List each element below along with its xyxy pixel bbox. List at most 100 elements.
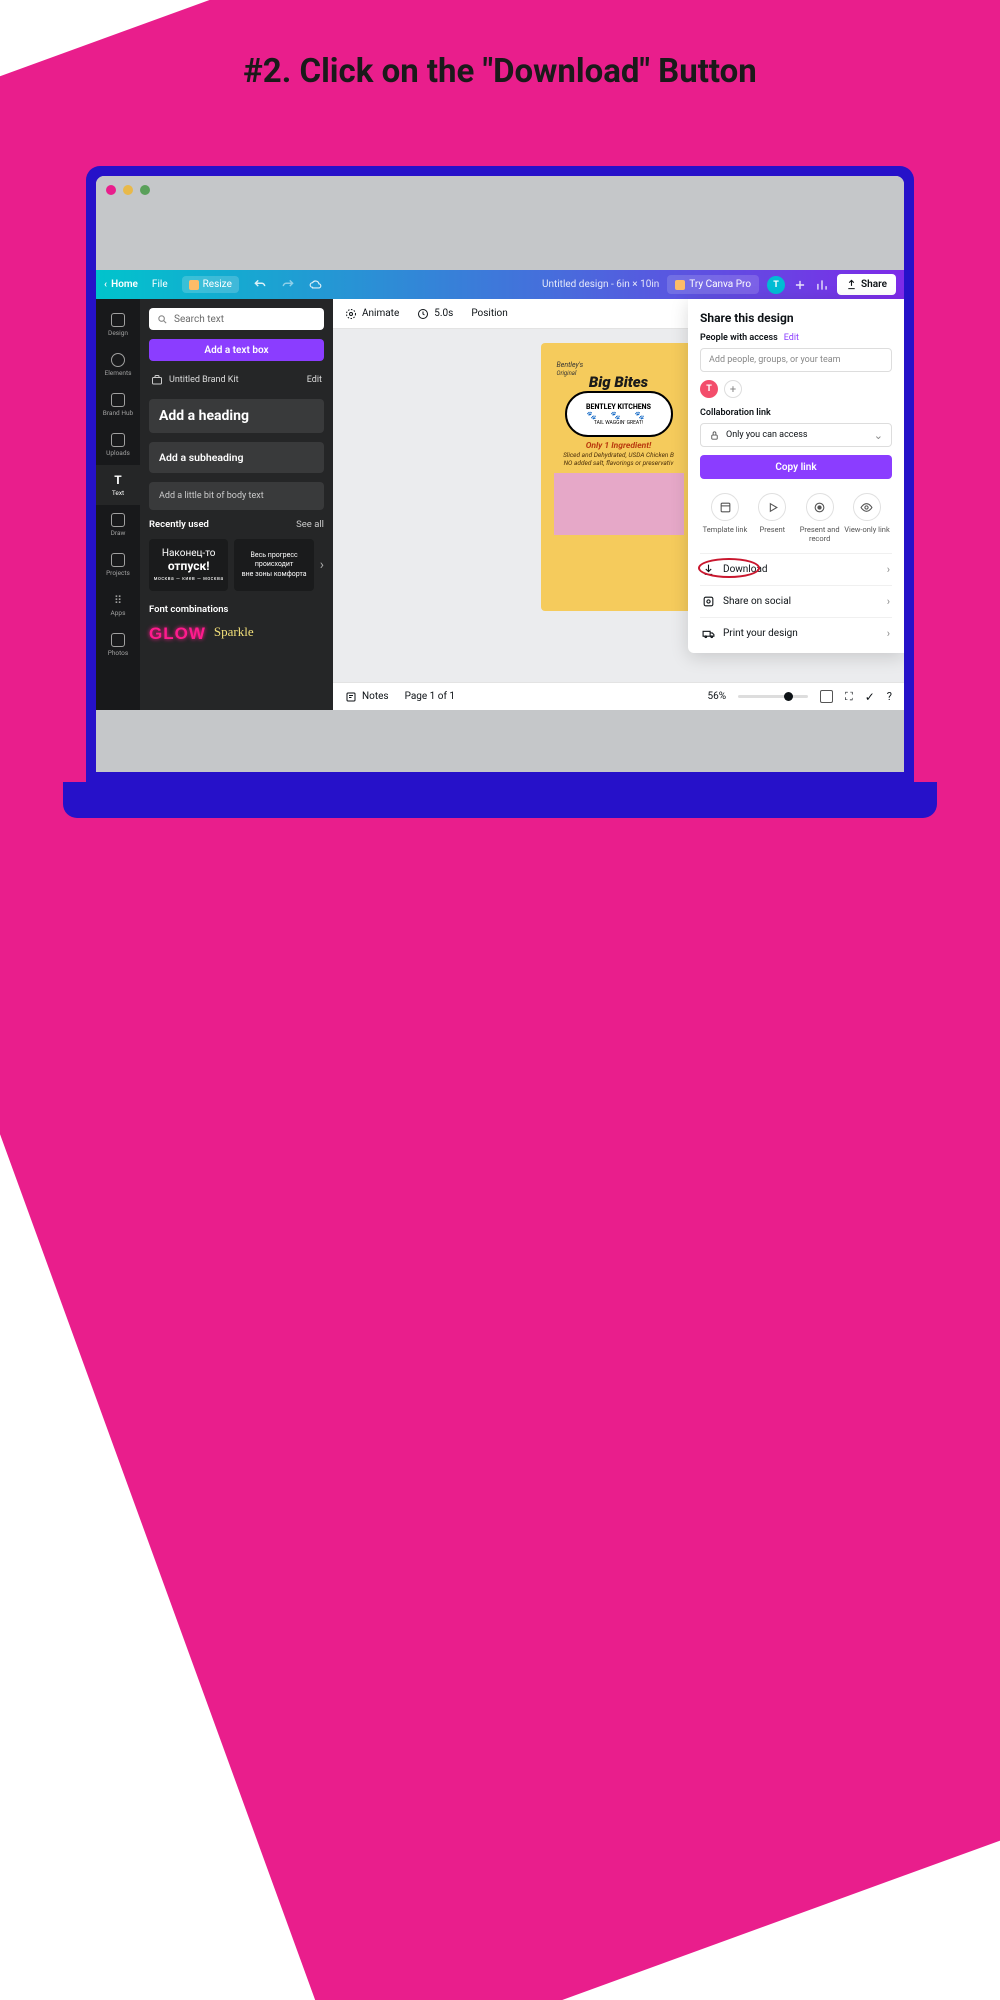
rail-text[interactable]: TText	[96, 465, 140, 505]
chevron-right-icon: ›	[887, 627, 890, 640]
duration-button[interactable]: 5.0s	[417, 308, 453, 320]
laptop-base	[63, 782, 937, 818]
add-people-input[interactable]: Add people, groups, or your team	[700, 348, 892, 372]
help-icon[interactable]: ?	[887, 690, 892, 703]
chevron-left-icon: ‹	[104, 279, 107, 290]
help-check-icon[interactable]: ✓	[865, 690, 875, 704]
browser-chrome-blank	[96, 204, 904, 270]
font-combo-glow[interactable]: GLOW	[149, 624, 206, 644]
app-topbar: ‹ Home File Resize Untitled desig	[96, 270, 904, 299]
download-icon	[702, 563, 715, 576]
share-button[interactable]: Share	[837, 274, 896, 295]
share-panel: Share this design People with access Edi…	[688, 299, 904, 653]
position-button[interactable]: Position	[471, 308, 507, 319]
record-icon	[813, 501, 826, 514]
share-panel-title: Share this design	[700, 311, 892, 325]
file-menu[interactable]: File	[152, 279, 168, 290]
add-body-text-block[interactable]: Add a little bit of body text	[149, 482, 324, 510]
add-person-button[interactable]: +	[724, 380, 742, 398]
add-subheading-block[interactable]: Add a subheading	[149, 442, 324, 473]
search-icon	[157, 314, 168, 325]
template-link-option[interactable]: Template link	[702, 493, 748, 543]
search-placeholder: Search text	[174, 314, 224, 325]
laptop-frame: ‹ Home File Resize Untitled desig	[86, 166, 914, 818]
clock-icon	[417, 308, 429, 320]
copy-link-button[interactable]: Copy link	[700, 455, 892, 479]
cloud-sync-icon[interactable]	[309, 278, 323, 292]
crown-icon	[675, 280, 685, 290]
see-all-link[interactable]: See all	[296, 519, 324, 530]
chevron-down-icon: ⌄	[874, 429, 883, 442]
people-with-access-label: People with access	[700, 333, 778, 343]
chevron-right-icon: ›	[887, 563, 890, 576]
resize-button[interactable]: Resize	[182, 276, 239, 293]
product-logo-oval: BENTLEY KITCHENS 🐾 🐾 🐾 TAIL WAGGIN' GREA…	[565, 391, 673, 437]
upload-icon	[846, 279, 857, 290]
animate-icon	[345, 308, 357, 320]
recently-used-label: Recently used	[149, 519, 209, 530]
collab-link-label: Collaboration link	[700, 408, 771, 418]
recent-item-1[interactable]: Наконец-то отпуск! москва — киев — москв…	[149, 539, 228, 591]
design-page-1[interactable]: Bentley'sOriginal Big Bites BENTLEY KITC…	[541, 343, 697, 611]
brand-kit-edit[interactable]: Edit	[307, 375, 322, 385]
app-window: ‹ Home File Resize Untitled desig	[96, 176, 904, 772]
download-row[interactable]: Download ›	[700, 553, 892, 585]
redo-icon[interactable]	[281, 278, 295, 292]
document-title[interactable]: Untitled design - 6in × 10in	[542, 279, 659, 290]
add-text-box-button[interactable]: Add a text box	[149, 339, 324, 361]
home-button[interactable]: ‹ Home	[104, 279, 138, 290]
animate-button[interactable]: Animate	[345, 308, 399, 320]
lock-icon	[709, 430, 720, 441]
access-select[interactable]: Only you can access ⌄	[700, 423, 892, 447]
rail-elements[interactable]: Elements	[96, 345, 140, 385]
undo-icon[interactable]	[253, 278, 267, 292]
rail-design[interactable]: Design	[96, 305, 140, 345]
text-side-panel: Search text Add a text box Untitled Bran…	[140, 299, 333, 710]
notes-button[interactable]: Notes	[345, 691, 389, 703]
social-icon	[702, 595, 715, 608]
plus-icon[interactable]	[793, 278, 807, 292]
window-maximize-dot[interactable]	[140, 185, 150, 195]
try-canva-pro-button[interactable]: Try Canva Pro	[667, 275, 759, 294]
brand-kit-name: Untitled Brand Kit	[169, 375, 239, 385]
rail-projects[interactable]: Projects	[96, 545, 140, 585]
brand-kit-row[interactable]: Untitled Brand Kit Edit	[149, 370, 324, 390]
zoom-value[interactable]: 56%	[707, 691, 726, 702]
rail-photos[interactable]: Photos	[96, 625, 140, 665]
print-design-row[interactable]: Print your design ›	[700, 617, 892, 649]
rail-draw[interactable]: Draw	[96, 505, 140, 545]
canvas-area: Animate 5.0s Position	[333, 299, 904, 710]
rail-brand-hub[interactable]: Brand Hub	[96, 385, 140, 425]
user-avatar[interactable]: T	[767, 276, 785, 294]
search-input[interactable]: Search text	[149, 308, 324, 330]
fullscreen-icon[interactable]: ⛶	[845, 690, 853, 704]
home-label: Home	[111, 279, 138, 290]
present-record-option[interactable]: Present and record	[797, 493, 843, 543]
add-heading-block[interactable]: Add a heading	[149, 399, 324, 433]
try-pro-label: Try Canva Pro	[689, 279, 751, 290]
share-avatar[interactable]: T	[700, 380, 718, 398]
briefcase-icon	[151, 374, 163, 386]
window-minimize-dot[interactable]	[123, 185, 133, 195]
zoom-slider[interactable]	[738, 695, 808, 698]
analytics-icon[interactable]	[815, 278, 829, 292]
play-icon	[766, 501, 779, 514]
recent-item-2[interactable]: Весь прогресс происходит вне зоны комфор…	[234, 539, 313, 591]
window-titlebar	[96, 176, 904, 204]
font-combo-sparkle[interactable]: Sparkle	[214, 624, 254, 644]
below-app-blank	[96, 710, 904, 772]
product-image-placeholder	[554, 473, 684, 535]
resize-label: Resize	[203, 279, 232, 290]
present-option[interactable]: Present	[749, 493, 795, 543]
share-label: Share	[861, 279, 887, 290]
page-indicator[interactable]: Page 1 of 1	[405, 691, 455, 702]
people-access-edit[interactable]: Edit	[784, 333, 799, 343]
grid-view-icon[interactable]	[820, 690, 833, 703]
rail-apps[interactable]: ⠿Apps	[96, 585, 140, 625]
rail-uploads[interactable]: Uploads	[96, 425, 140, 465]
chevron-right-icon[interactable]: ›	[320, 557, 324, 573]
view-only-link-option[interactable]: View-only link	[844, 493, 890, 543]
window-close-dot[interactable]	[106, 185, 116, 195]
share-social-row[interactable]: Share on social ›	[700, 585, 892, 617]
crown-icon	[189, 280, 199, 290]
